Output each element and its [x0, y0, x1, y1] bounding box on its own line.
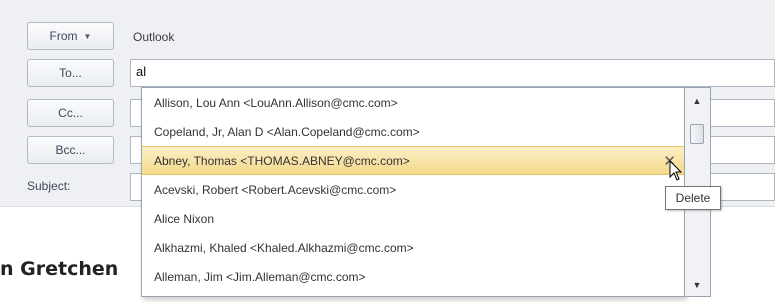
message-body-text: n Gretchen [0, 258, 119, 280]
autocomplete-item[interactable]: Alkhazmi, Khaled <Khaled.Alkhazmi@cmc.co… [142, 233, 684, 262]
bcc-button-label: Bcc... [55, 143, 86, 157]
autocomplete-item[interactable]: Alleman, Jim <Jim.Alleman@cmc.com> [142, 262, 684, 291]
autocomplete-item-text: Copeland, Jr, Alan D <Alan.Copeland@cmc.… [154, 124, 420, 139]
mouse-pointer-icon [669, 160, 683, 181]
autocomplete-item-text: Alleman, Jim <Jim.Alleman@cmc.com> [154, 269, 366, 284]
caret-down-icon: ▼ [83, 31, 92, 41]
from-button-label: From [49, 29, 78, 43]
to-field-value: al [136, 64, 147, 79]
autocomplete-item[interactable]: Acevski, Robert <Robert.Acevski@cmc.com> [142, 175, 684, 204]
from-account-value: Outlook [133, 30, 175, 44]
autocomplete-item-text: Alkhazmi, Khaled <Khaled.Alkhazmi@cmc.co… [154, 240, 414, 255]
autocomplete-item[interactable]: Allison, Lou Ann <LouAnn.Allison@cmc.com… [142, 88, 684, 117]
subject-label: Subject: [27, 179, 71, 193]
autocomplete-list: Allison, Lou Ann <LouAnn.Allison@cmc.com… [141, 87, 685, 297]
to-button[interactable]: To... [27, 59, 114, 87]
to-button-label: To... [59, 66, 82, 80]
scrollbar-thumb[interactable] [690, 124, 704, 144]
autocomplete-item-text: Allison, Lou Ann <LouAnn.Allison@cmc.com… [154, 95, 398, 110]
autocomplete-item-text: Alice Nixon [154, 211, 215, 226]
autocomplete-item-text: Abney, Thomas <THOMAS.ABNEY@cmc.com> [154, 153, 410, 168]
arrow-down-icon[interactable]: ▼ [687, 276, 707, 294]
autocomplete-item[interactable]: Copeland, Jr, Alan D <Alan.Copeland@cmc.… [142, 117, 684, 146]
cc-button-label: Cc... [58, 106, 83, 120]
autocomplete-item[interactable]: Alice Nixon [142, 204, 684, 233]
autocomplete-item-text: Acevski, Robert <Robert.Acevski@cmc.com> [154, 182, 397, 197]
from-button[interactable]: From ▼ [27, 22, 114, 50]
autocomplete-item-selected[interactable]: Abney, Thomas <THOMAS.ABNEY@cmc.com> ✕ [142, 146, 684, 175]
delete-tooltip: Delete [665, 186, 721, 210]
bcc-button[interactable]: Bcc... [27, 136, 114, 164]
arrow-up-icon[interactable]: ▲ [687, 92, 707, 110]
cc-button[interactable]: Cc... [27, 99, 114, 127]
to-field[interactable] [130, 59, 775, 87]
